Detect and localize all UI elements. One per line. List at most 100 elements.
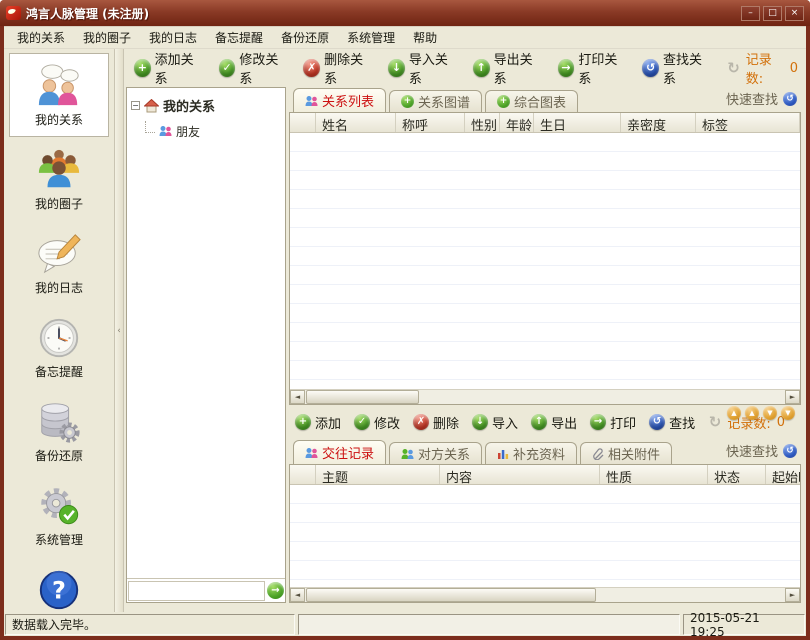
record-count-label: 记录数: xyxy=(746,49,784,87)
people-icon xyxy=(305,447,318,459)
sidebar-item-my-journal[interactable]: 我的日志 xyxy=(9,221,109,305)
column-header-gender[interactable]: 性别 xyxy=(465,113,500,132)
sidebar-item-label: 备份还原 xyxy=(35,447,83,464)
button-label: 导入关系 xyxy=(409,49,457,87)
quick-search[interactable]: 快速查找 ↺ xyxy=(726,89,801,112)
sidebar-item-reminders[interactable]: 备忘提醒 xyxy=(9,305,109,389)
maximize-button[interactable]: □ xyxy=(763,6,782,21)
column-header-nature[interactable]: 性质 xyxy=(600,465,708,484)
add-circle-icon: + xyxy=(401,95,414,108)
column-header-age[interactable]: 年龄 xyxy=(500,113,534,132)
menu-my-circles[interactable]: 我的圈子 xyxy=(74,27,140,48)
detail-table-body[interactable] xyxy=(290,485,800,587)
button-label: 查找关系 xyxy=(663,49,711,87)
delete-icon: ✗ xyxy=(303,59,320,77)
close-button[interactable]: × xyxy=(785,6,804,21)
tree-node-my-relations[interactable]: − 我的关系 xyxy=(131,96,281,115)
tab-interaction-records[interactable]: 交往记录 xyxy=(293,440,386,464)
tab-label: 对方关系 xyxy=(418,444,470,463)
import-button[interactable]: ↓ 导入 xyxy=(472,413,518,432)
column-header-name[interactable]: 姓名 xyxy=(316,113,396,132)
refresh-icon[interactable]: ↻ xyxy=(709,413,722,431)
tree-node-label: 朋友 xyxy=(176,123,200,140)
people-icon xyxy=(401,448,414,460)
delete-button[interactable]: ✗ 删除 xyxy=(413,413,459,432)
search-relation-button[interactable]: ↺ 查找关系 xyxy=(642,49,711,87)
app-window: 鸿言人脉管理 (未注册) – □ × 我的关系 我的圈子 我的日志 备忘提醒 备… xyxy=(0,0,810,640)
detail-table-hscrollbar[interactable]: ◄ ► xyxy=(290,587,800,602)
sidebar-item-help[interactable]: ? 使用帮助 xyxy=(9,557,109,612)
scroll-right-icon[interactable]: ► xyxy=(785,588,800,602)
last-record-icon[interactable]: ▼ xyxy=(781,406,795,420)
column-header-nickname[interactable]: 称呼 xyxy=(396,113,465,132)
tree-expander-icon[interactable]: − xyxy=(131,101,140,110)
tree-search-input[interactable] xyxy=(128,581,265,601)
column-header-intimacy[interactable]: 亲密度 xyxy=(621,113,696,132)
print-relation-button[interactable]: → 打印关系 xyxy=(558,49,627,87)
menu-my-journal[interactable]: 我的日志 xyxy=(140,27,206,48)
tab-extra-info[interactable]: 补充资料 xyxy=(485,442,577,464)
import-relation-button[interactable]: ↓ 导入关系 xyxy=(388,49,457,87)
edit-check-icon: ✓ xyxy=(219,59,236,77)
next-record-icon[interactable]: ▼ xyxy=(763,406,777,420)
menu-bar: 我的关系 我的圈子 我的日志 备忘提醒 备份还原 系统管理 帮助 xyxy=(4,27,806,49)
menu-my-relations[interactable]: 我的关系 xyxy=(8,27,74,48)
tree-node-friends[interactable]: 朋友 xyxy=(145,121,281,141)
sidebar-collapse-handle[interactable]: ‹ xyxy=(115,49,124,612)
column-header-status[interactable]: 状态 xyxy=(708,465,766,484)
first-record-icon[interactable]: ▲ xyxy=(727,406,741,420)
sidebar-item-my-circles[interactable]: 我的圈子 xyxy=(9,137,109,221)
menu-reminders[interactable]: 备忘提醒 xyxy=(206,27,272,48)
quick-search[interactable]: 快速查找 ↺ xyxy=(726,441,801,464)
add-relation-button[interactable]: + 添加关系 xyxy=(134,49,203,87)
scrollbar-thumb[interactable] xyxy=(306,588,596,602)
minimize-button[interactable]: – xyxy=(741,6,760,21)
export-button[interactable]: ↑ 导出 xyxy=(531,413,577,432)
sidebar-item-my-relations[interactable]: 我的关系 xyxy=(9,53,109,137)
scroll-right-icon[interactable]: ► xyxy=(785,390,800,404)
export-relation-button[interactable]: ↑ 导出关系 xyxy=(473,49,542,87)
menu-system[interactable]: 系统管理 xyxy=(338,27,404,48)
print-icon: → xyxy=(590,414,606,430)
relation-tree-panel: − 我的关系 xyxy=(126,87,286,603)
delete-relation-button[interactable]: ✗ 删除关系 xyxy=(303,49,372,87)
column-header-birthday[interactable]: 生日 xyxy=(534,113,621,132)
menu-help[interactable]: 帮助 xyxy=(404,27,446,48)
tab-relation-list[interactable]: 关系列表 xyxy=(293,88,386,112)
delete-icon: ✗ xyxy=(413,414,429,430)
column-header[interactable] xyxy=(290,465,316,484)
sidebar-item-label: 我的圈子 xyxy=(35,195,83,212)
tab-relation-graph[interactable]: + 关系图谱 xyxy=(389,90,482,112)
column-header-tags[interactable]: 标签 xyxy=(696,113,800,132)
refresh-icon[interactable]: ↻ xyxy=(727,59,740,77)
circles-icon xyxy=(36,147,82,193)
column-header[interactable] xyxy=(290,113,316,132)
tab-label: 相关附件 xyxy=(608,444,660,463)
column-header-start-time[interactable]: 起始时间 xyxy=(766,465,801,484)
add-button[interactable]: + 添加 xyxy=(295,413,341,432)
scroll-left-icon[interactable]: ◄ xyxy=(290,390,305,404)
paperclip-icon xyxy=(592,448,604,460)
chart-circle-icon: + xyxy=(497,95,510,108)
tab-summary-chart[interactable]: + 综合图表 xyxy=(485,90,578,112)
column-header-content[interactable]: 内容 xyxy=(440,465,600,484)
relation-table-body[interactable] xyxy=(290,133,800,389)
search-button[interactable]: ↺ 查找 xyxy=(649,413,695,432)
sidebar-item-system[interactable]: 系统管理 xyxy=(9,473,109,557)
tab-their-relations[interactable]: 对方关系 xyxy=(389,442,482,464)
scroll-left-icon[interactable]: ◄ xyxy=(290,588,305,602)
tree-node-label: 我的关系 xyxy=(163,96,215,115)
print-button[interactable]: → 打印 xyxy=(590,413,636,432)
relation-tabs: 关系列表 + 关系图谱 + 综合图表 快速查找 xyxy=(289,87,801,112)
menu-backup-restore[interactable]: 备份还原 xyxy=(272,27,338,48)
prev-record-icon[interactable]: ▲ xyxy=(745,406,759,420)
tree-search-go-icon[interactable]: → xyxy=(267,582,284,599)
column-header-subject[interactable]: 主题 xyxy=(316,465,440,484)
edit-button[interactable]: ✓ 修改 xyxy=(354,413,400,432)
tab-attachments[interactable]: 相关附件 xyxy=(580,442,672,464)
detail-table: 主题 内容 性质 状态 起始时间 ◄ ► xyxy=(289,464,801,603)
relation-table-hscrollbar[interactable]: ◄ ► xyxy=(290,389,800,404)
scrollbar-thumb[interactable] xyxy=(306,390,419,404)
sidebar-item-backup-restore[interactable]: 备份还原 xyxy=(9,389,109,473)
edit-relation-button[interactable]: ✓ 修改关系 xyxy=(219,49,288,87)
